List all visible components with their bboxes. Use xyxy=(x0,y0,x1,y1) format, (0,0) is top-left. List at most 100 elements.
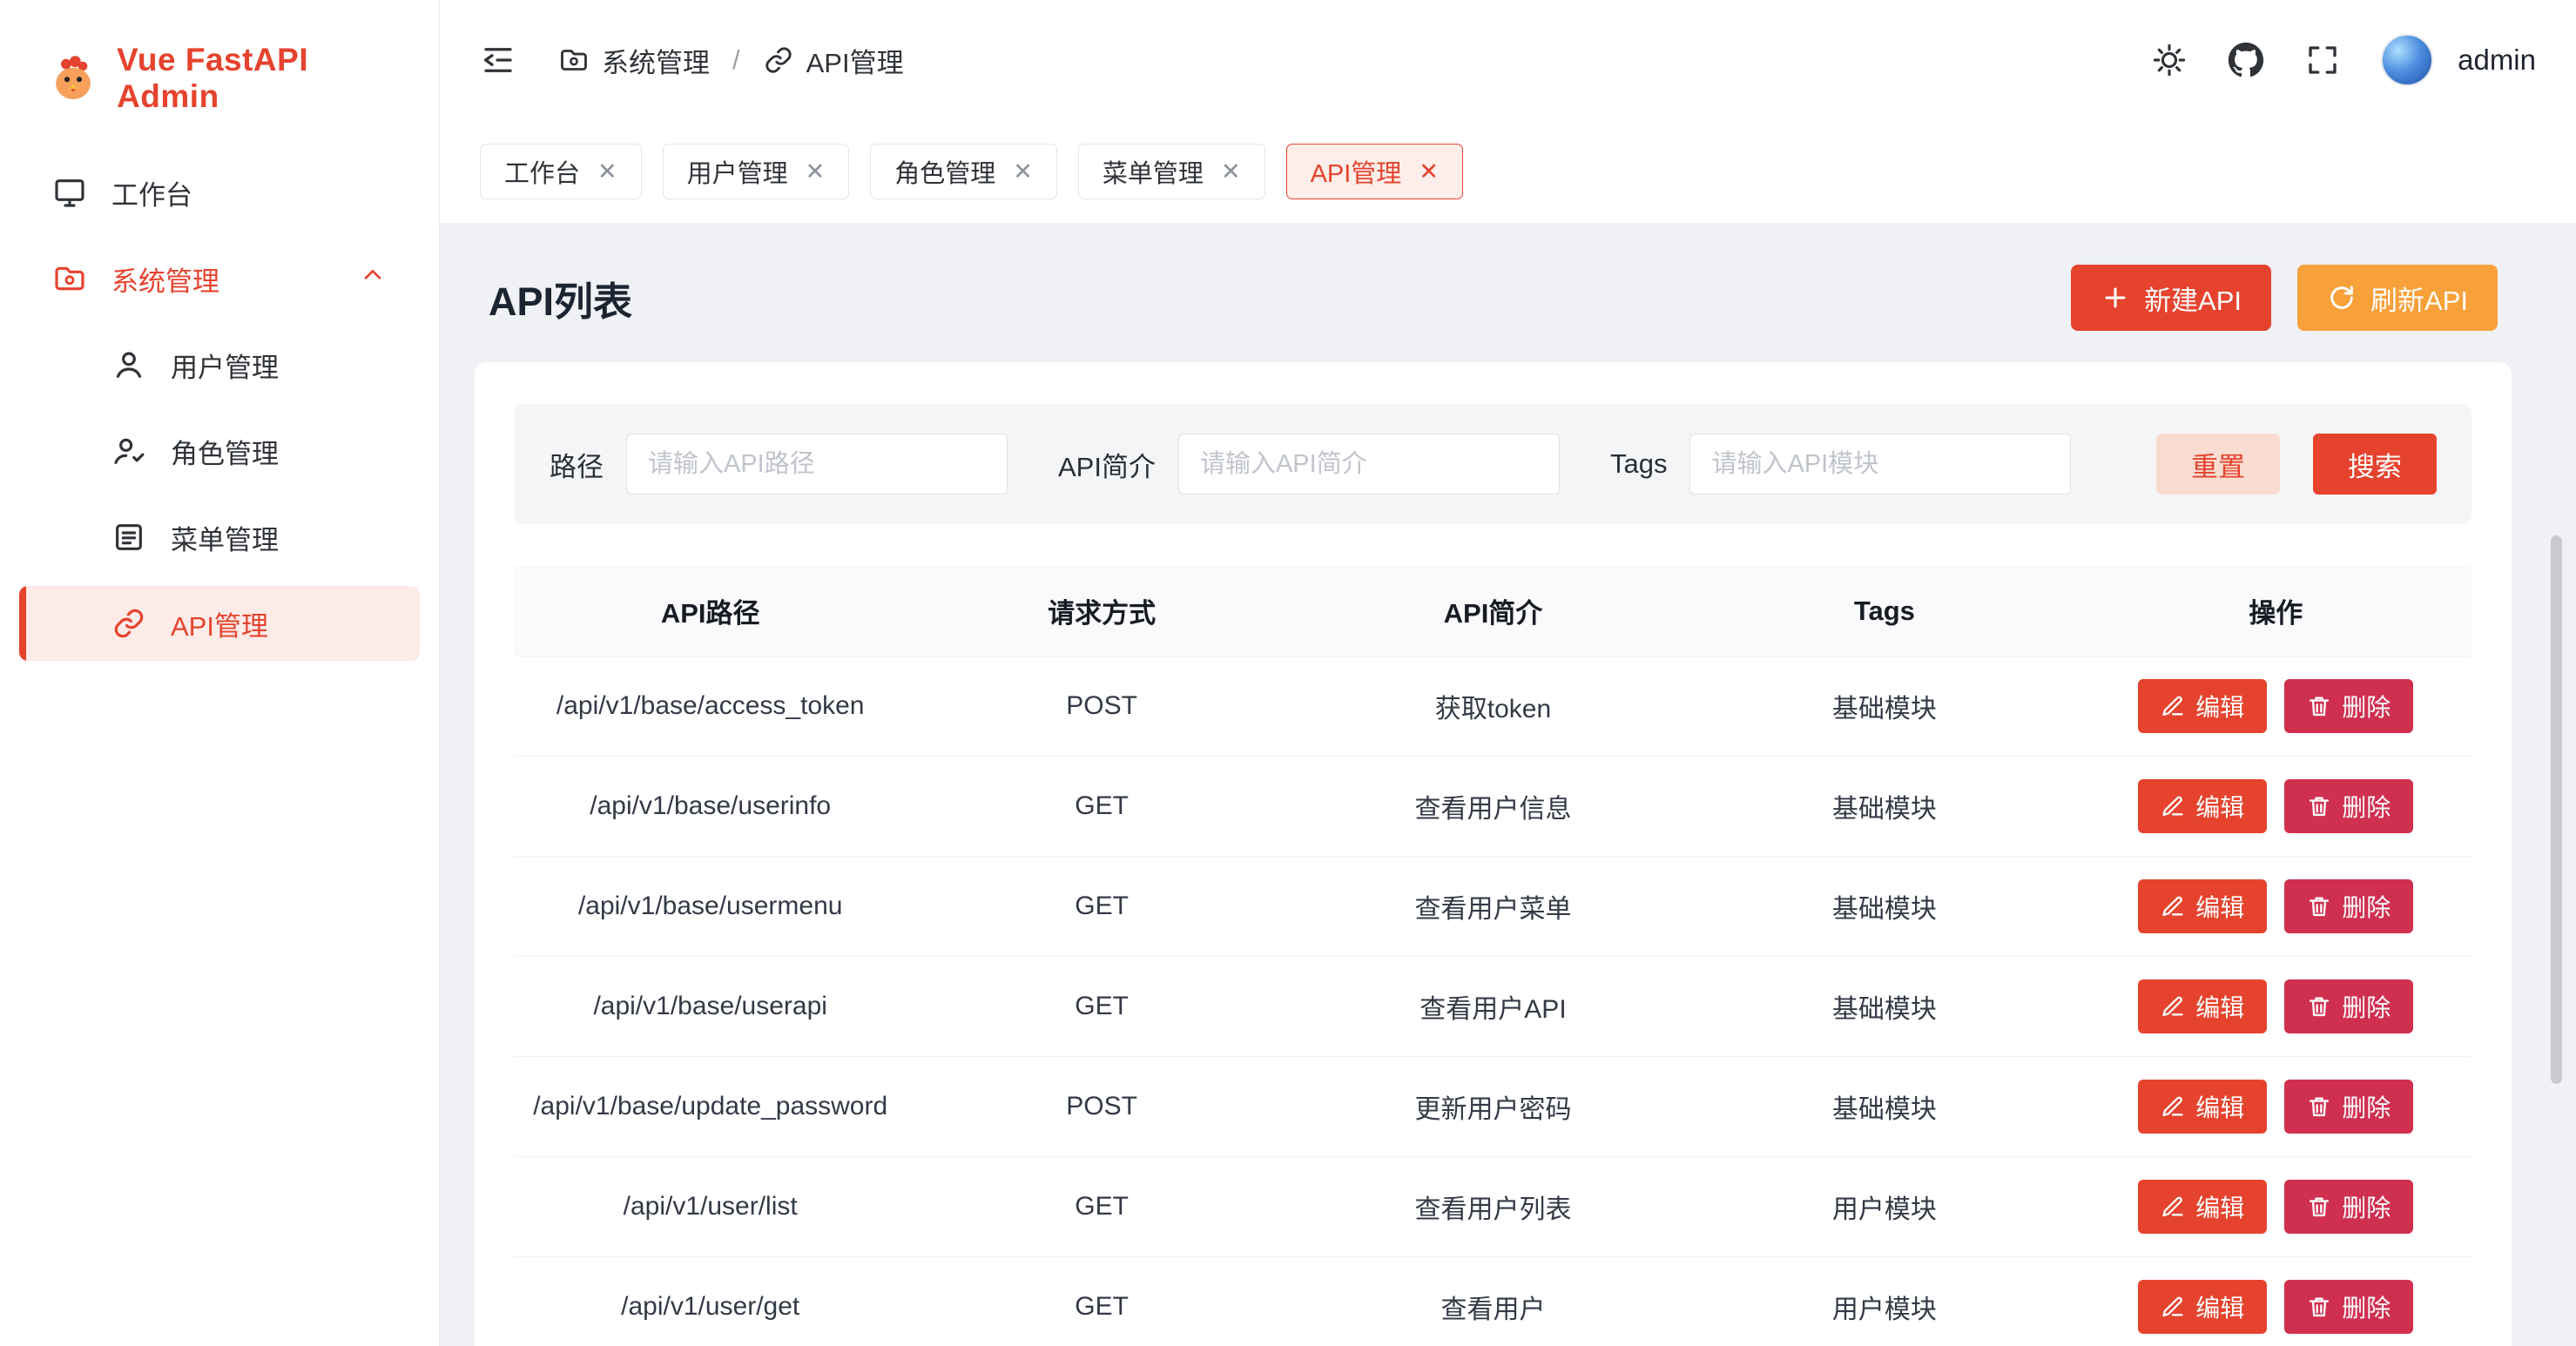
fullscreen-icon[interactable] xyxy=(2304,42,2341,78)
delete-label: 删除 xyxy=(2342,789,2391,824)
api-list-card: 路径 API简介 Tags 重置 搜索 API路径 xyxy=(475,362,2512,1346)
reset-button[interactable]: 重置 xyxy=(2156,434,2280,495)
summary-filter-label: API简介 xyxy=(1058,445,1156,484)
vertical-scrollbar[interactable] xyxy=(2551,535,2562,1084)
new-api-label: 新建API xyxy=(2144,279,2242,318)
tab-role-management[interactable]: 角色管理 ✕ xyxy=(870,144,1057,199)
tab-workbench[interactable]: 工作台 ✕ xyxy=(480,144,642,199)
edit-label: 编辑 xyxy=(2195,1089,2244,1124)
delete-button[interactable]: 删除 xyxy=(2284,979,2413,1033)
tab-label: 用户管理 xyxy=(687,153,788,190)
edit-button[interactable]: 编辑 xyxy=(2138,779,2267,833)
delete-button[interactable]: 删除 xyxy=(2284,879,2413,933)
delete-button[interactable]: 删除 xyxy=(2284,1080,2413,1134)
edit-button[interactable]: 编辑 xyxy=(2138,879,2267,933)
sidebar-item-label: API管理 xyxy=(171,604,268,643)
cell-actions: 编辑 删除 xyxy=(2080,779,2471,833)
breadcrumb-system-management[interactable]: 系统管理 xyxy=(558,41,710,80)
cell-api-path: /api/v1/base/update_password xyxy=(515,1092,906,1121)
tags-filter-input[interactable] xyxy=(1689,434,2071,495)
refresh-icon xyxy=(2327,283,2357,313)
tab-user-management[interactable]: 用户管理 ✕ xyxy=(663,144,850,199)
sidebar-item-api-management[interactable]: API管理 xyxy=(19,586,420,661)
close-icon[interactable]: ✕ xyxy=(1013,160,1033,184)
username[interactable]: admin xyxy=(2458,44,2536,77)
sidebar-item-label: 角色管理 xyxy=(171,432,279,471)
table-row: /api/v1/base/access_token POST 获取token 基… xyxy=(515,656,2471,757)
edit-pencil-icon xyxy=(2161,894,2185,919)
collapse-sidebar-icon[interactable] xyxy=(480,42,516,78)
sidebar-item-role-management[interactable]: 角色管理 xyxy=(19,414,420,488)
close-icon[interactable]: ✕ xyxy=(1221,160,1241,184)
edit-button[interactable]: 编辑 xyxy=(2138,1280,2267,1334)
table-row: /api/v1/base/userinfo GET 查看用户信息 基础模块 编辑… xyxy=(515,757,2471,857)
sidebar-item-label: 用户管理 xyxy=(171,346,279,385)
cell-actions: 编辑 删除 xyxy=(2080,1080,2471,1134)
delete-label: 删除 xyxy=(2342,889,2391,924)
delete-label: 删除 xyxy=(2342,1089,2391,1124)
delete-label: 删除 xyxy=(2342,1289,2391,1324)
edit-button[interactable]: 编辑 xyxy=(2138,679,2267,733)
user-icon xyxy=(111,347,146,382)
new-api-button[interactable]: 新建API xyxy=(2071,265,2271,331)
edit-pencil-icon xyxy=(2161,1195,2185,1219)
avatar[interactable] xyxy=(2381,34,2433,86)
edit-button[interactable]: 编辑 xyxy=(2138,1080,2267,1134)
filter-actions: 重置 搜索 xyxy=(2156,434,2437,495)
breadcrumb-api-management[interactable]: API管理 xyxy=(763,41,904,80)
cell-actions: 编辑 删除 xyxy=(2080,679,2471,733)
folder-settings-icon xyxy=(52,261,87,296)
tab-menu-management[interactable]: 菜单管理 ✕ xyxy=(1078,144,1265,199)
close-icon[interactable]: ✕ xyxy=(1419,160,1439,184)
delete-button[interactable]: 删除 xyxy=(2284,679,2413,733)
edit-button[interactable]: 编辑 xyxy=(2138,979,2267,1033)
delete-label: 删除 xyxy=(2342,989,2391,1024)
edit-label: 编辑 xyxy=(2195,1289,2244,1324)
table-row: /api/v1/base/userapi GET 查看用户API 基础模块 编辑… xyxy=(515,957,2471,1057)
delete-button[interactable]: 删除 xyxy=(2284,779,2413,833)
path-filter-input[interactable] xyxy=(626,434,1008,495)
table-header: API路径 请求方式 API简介 Tags 操作 xyxy=(515,566,2471,656)
close-icon[interactable]: ✕ xyxy=(806,160,826,184)
delete-button[interactable]: 删除 xyxy=(2284,1280,2413,1334)
sidebar: Vue FastAPI Admin 工作台 系统管理 用户管理 角色管理 xyxy=(0,0,440,1346)
column-method: 请求方式 xyxy=(906,591,1297,630)
edit-pencil-icon xyxy=(2161,1295,2185,1319)
sidebar-menu: 工作台 系统管理 用户管理 角色管理 菜单管理 xyxy=(0,115,439,661)
cell-summary: 查看用户信息 xyxy=(1298,787,1689,825)
app-logo[interactable]: Vue FastAPI Admin xyxy=(0,42,439,115)
cell-method: GET xyxy=(906,992,1297,1021)
path-filter-label: 路径 xyxy=(550,445,604,484)
tab-label: API管理 xyxy=(1311,153,1402,190)
github-icon[interactable] xyxy=(2228,42,2264,78)
cell-method: GET xyxy=(906,1292,1297,1322)
sidebar-item-label: 菜单管理 xyxy=(171,518,279,557)
sidebar-item-workbench[interactable]: 工作台 xyxy=(19,155,420,230)
column-summary: API简介 xyxy=(1298,591,1689,630)
tab-label: 工作台 xyxy=(504,153,580,190)
cell-method: POST xyxy=(906,691,1297,721)
cell-tags: 基础模块 xyxy=(1689,1087,2080,1126)
sidebar-item-system-management[interactable]: 系统管理 xyxy=(19,241,420,316)
delete-label: 删除 xyxy=(2342,689,2391,723)
folder-settings-icon xyxy=(558,44,590,76)
breadcrumb-label: 系统管理 xyxy=(602,41,710,80)
edit-button[interactable]: 编辑 xyxy=(2138,1180,2267,1234)
search-button[interactable]: 搜索 xyxy=(2313,434,2437,495)
delete-button[interactable]: 删除 xyxy=(2284,1180,2413,1234)
sidebar-item-user-management[interactable]: 用户管理 xyxy=(19,327,420,402)
trash-icon xyxy=(2307,694,2331,718)
theme-toggle-icon[interactable] xyxy=(2151,42,2188,78)
cell-summary: 更新用户密码 xyxy=(1298,1087,1689,1126)
main-area: 系统管理 / API管理 admin xyxy=(440,0,2576,1346)
trash-icon xyxy=(2307,994,2331,1019)
edit-pencil-icon xyxy=(2161,1094,2185,1119)
refresh-api-button[interactable]: 刷新API xyxy=(2297,265,2498,331)
chevron-up-icon xyxy=(359,261,387,296)
tab-api-management[interactable]: API管理 ✕ xyxy=(1286,144,1463,199)
summary-filter-input[interactable] xyxy=(1178,434,1560,495)
sidebar-item-menu-management[interactable]: 菜单管理 xyxy=(19,500,420,575)
close-icon[interactable]: ✕ xyxy=(597,160,617,184)
page-header: API列表 新建API 刷新API xyxy=(475,259,2512,362)
cell-summary: 查看用户菜单 xyxy=(1298,887,1689,925)
